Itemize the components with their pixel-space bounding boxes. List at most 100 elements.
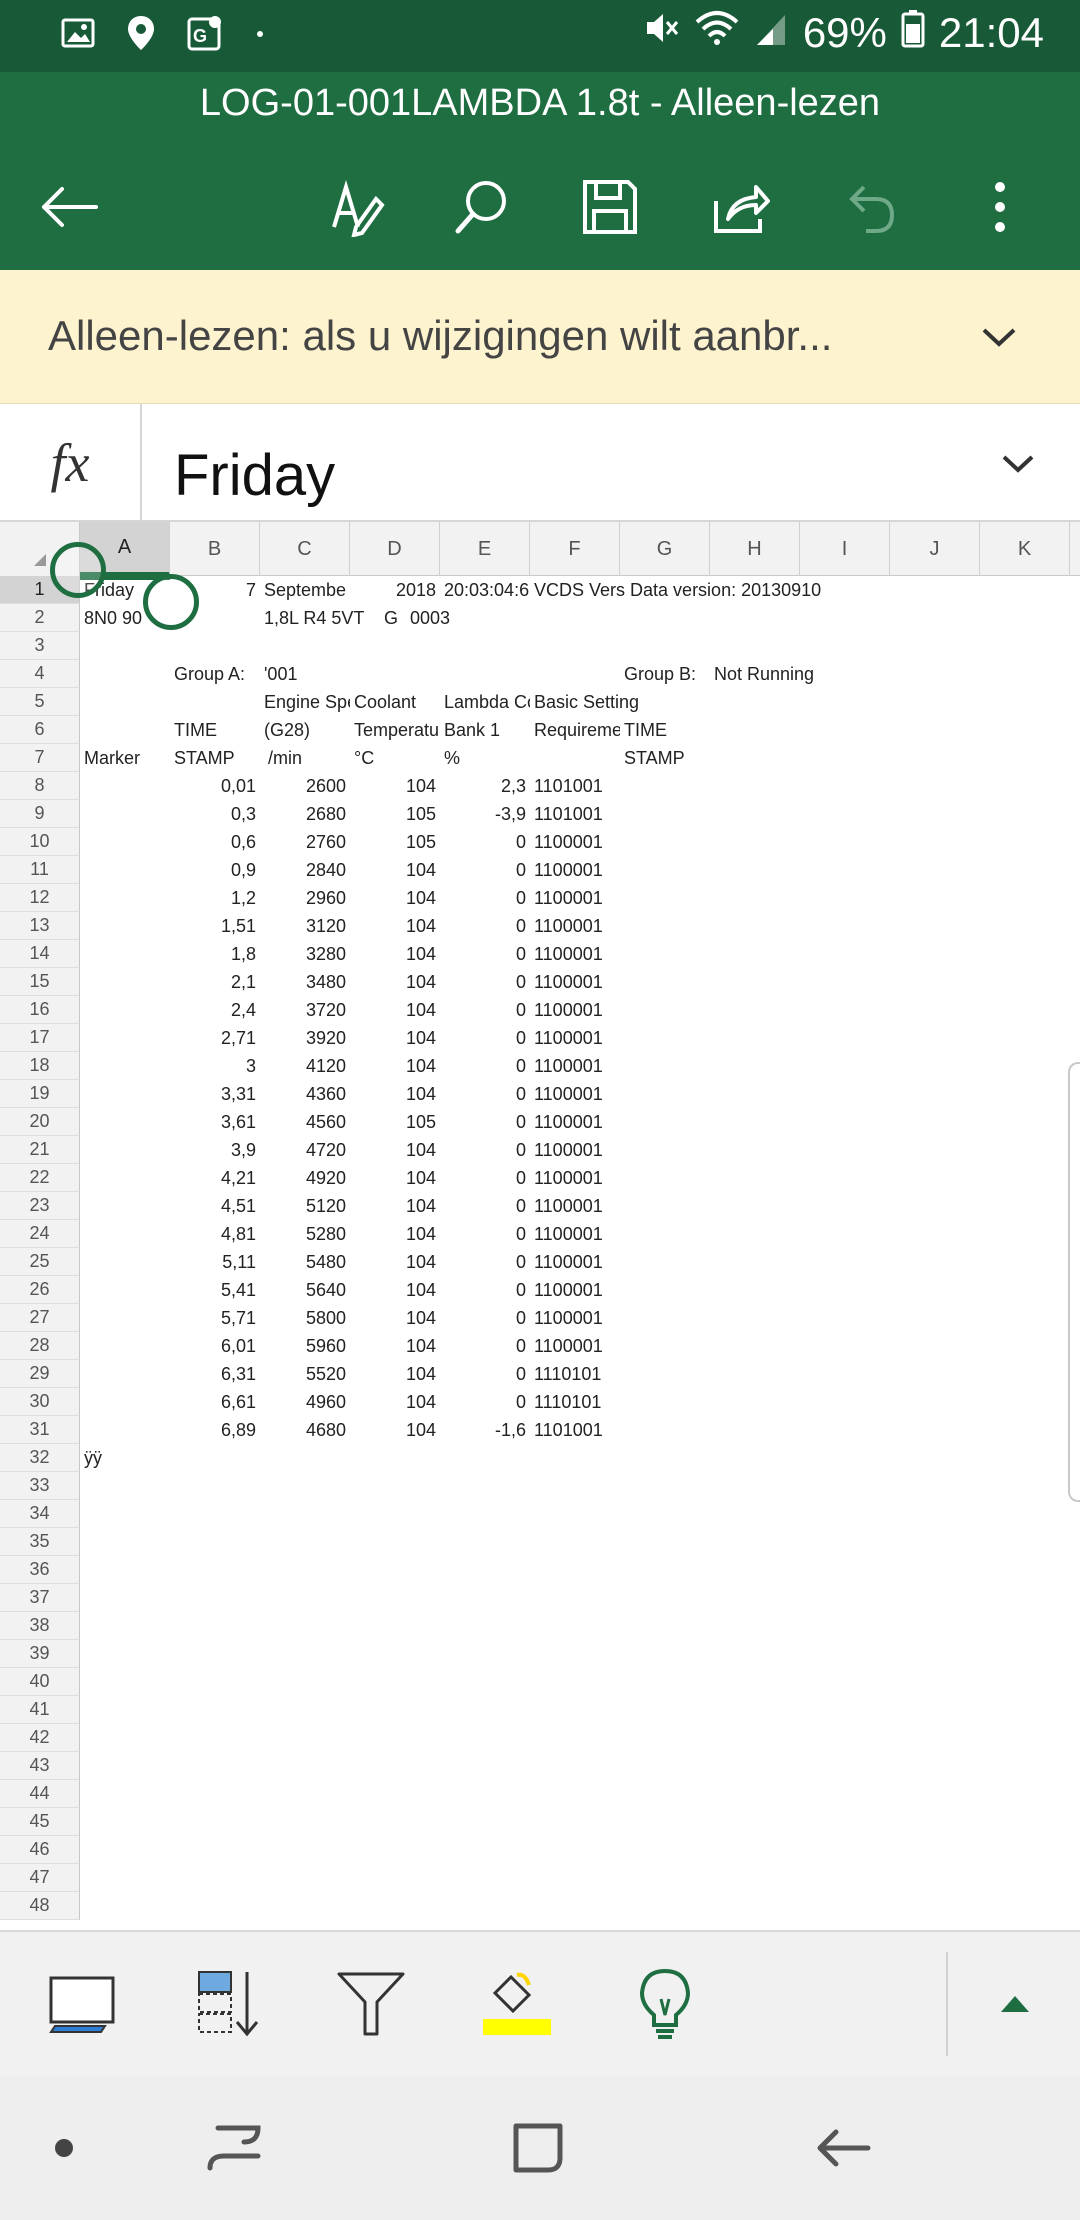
row-header-17[interactable]: 17 [0, 1024, 80, 1052]
cell-time-stamp[interactable]: 0,9 [170, 856, 260, 884]
row-header-3[interactable]: 3 [0, 632, 80, 660]
cell-lambda-correction[interactable]: 0 [440, 1360, 530, 1388]
cell-lambda-correction[interactable]: 0 [440, 1248, 530, 1276]
row-header-15[interactable]: 15 [0, 968, 80, 996]
undo-button[interactable] [830, 167, 910, 247]
more-options-button[interactable] [960, 167, 1040, 247]
nav-back-button[interactable] [806, 2112, 878, 2184]
cell-time-stamp[interactable]: 1,2 [170, 884, 260, 912]
cell-time-stamp[interactable]: 6,61 [170, 1388, 260, 1416]
spreadsheet-grid[interactable]: ABCDEFGHIJK 1 2 3 4 5 6 7 8 9 10 11 12 13 14 15 16 17 18 1… [0, 522, 1080, 1930]
cell-time-stamp[interactable]: 0,3 [170, 800, 260, 828]
cell-basic-setting[interactable]: 1100001 [530, 856, 620, 884]
cell-time-stamp[interactable]: 2,71 [170, 1024, 260, 1052]
column-header-h[interactable]: H [710, 522, 800, 576]
row-header-26[interactable]: 26 [0, 1276, 80, 1304]
cell-coolant-temp[interactable]: 104 [350, 1360, 440, 1388]
cell-c4[interactable]: '001 [260, 660, 350, 688]
cell-coolant-temp[interactable]: 104 [350, 1220, 440, 1248]
cell-lambda-correction[interactable]: 2,3 [440, 772, 530, 800]
row-header-11[interactable]: 11 [0, 856, 80, 884]
cell-engine-speed[interactable]: 4360 [260, 1080, 350, 1108]
cell-engine-speed[interactable]: 2760 [260, 828, 350, 856]
row-header-38[interactable]: 38 [0, 1612, 80, 1640]
cell-engine-speed[interactable]: 4560 [260, 1108, 350, 1136]
cell-basic-setting[interactable]: 1100001 [530, 1080, 620, 1108]
cell-c5[interactable]: Engine Spe [260, 688, 350, 716]
cell-coolant-temp[interactable]: 104 [350, 1332, 440, 1360]
nav-dot-button[interactable] [28, 2112, 100, 2184]
row-header-29[interactable]: 29 [0, 1360, 80, 1388]
cell-engine-speed[interactable]: 2840 [260, 856, 350, 884]
cell-lambda-correction[interactable]: 0 [440, 996, 530, 1024]
cell-time-stamp[interactable]: 6,31 [170, 1360, 260, 1388]
row-header-24[interactable]: 24 [0, 1220, 80, 1248]
cell-lambda-correction[interactable]: 0 [440, 1192, 530, 1220]
cell-time-stamp[interactable]: 4,81 [170, 1220, 260, 1248]
cell-engine-speed[interactable]: 3720 [260, 996, 350, 1024]
row-header-40[interactable]: 40 [0, 1668, 80, 1696]
cell-coolant-temp[interactable]: 104 [350, 1416, 440, 1444]
row-header-48[interactable]: 48 [0, 1892, 80, 1920]
cell-lambda-correction[interactable]: 0 [440, 1136, 530, 1164]
row-header-22[interactable]: 22 [0, 1164, 80, 1192]
search-button[interactable] [442, 167, 522, 247]
row-header-12[interactable]: 12 [0, 884, 80, 912]
cell-engine-speed[interactable]: 5280 [260, 1220, 350, 1248]
cell-coolant-temp[interactable]: 105 [350, 1108, 440, 1136]
back-button[interactable] [30, 167, 110, 247]
cell-c6[interactable]: (G28) [260, 716, 350, 744]
cell-e6[interactable]: Bank 1 [440, 716, 530, 744]
cell-engine-speed[interactable]: 5480 [260, 1248, 350, 1276]
cell-lambda-correction[interactable]: 0 [440, 968, 530, 996]
row-header-35[interactable]: 35 [0, 1528, 80, 1556]
cell-basic-setting[interactable]: 1100001 [530, 968, 620, 996]
cell-coolant-temp[interactable]: 104 [350, 1080, 440, 1108]
cell-a32[interactable]: ÿÿ [80, 1444, 170, 1472]
cell-coolant-temp[interactable]: 104 [350, 1388, 440, 1416]
cell-coolant-temp[interactable]: 104 [350, 940, 440, 968]
cell-basic-setting[interactable]: 1100001 [530, 1136, 620, 1164]
row-header-46[interactable]: 46 [0, 1836, 80, 1864]
row-header-21[interactable]: 21 [0, 1136, 80, 1164]
cell-lambda-correction[interactable]: 0 [440, 1024, 530, 1052]
row-header-25[interactable]: 25 [0, 1248, 80, 1276]
cell-basic-setting[interactable]: 1100001 [530, 828, 620, 856]
expand-ribbon-button[interactable] [972, 1960, 1058, 2046]
filter-button[interactable] [328, 1960, 414, 2046]
row-header-4[interactable]: 4 [0, 660, 80, 688]
cell-b4[interactable]: Group A: [170, 660, 260, 688]
cell-e7[interactable]: % [440, 744, 530, 772]
row-header-19[interactable]: 19 [0, 1080, 80, 1108]
draw-button[interactable] [318, 167, 398, 247]
column-header-j[interactable]: J [890, 522, 980, 576]
cell-lambda-correction[interactable]: 0 [440, 1052, 530, 1080]
cell-basic-setting[interactable]: 1100001 [530, 940, 620, 968]
cell-coolant-temp[interactable]: 104 [350, 1052, 440, 1080]
cell-lambda-correction[interactable]: 0 [440, 940, 530, 968]
column-header-k[interactable]: K [980, 522, 1070, 576]
cell-coolant-temp[interactable]: 104 [350, 1276, 440, 1304]
cell-g4[interactable]: Group B: [620, 660, 710, 688]
cell-time-stamp[interactable]: 6,89 [170, 1416, 260, 1444]
column-header-e[interactable]: E [440, 522, 530, 576]
cell-engine-speed[interactable]: 2960 [260, 884, 350, 912]
column-header-b[interactable]: B [170, 522, 260, 576]
cell-engine-speed[interactable]: 4920 [260, 1164, 350, 1192]
row-header-8[interactable]: 8 [0, 772, 80, 800]
recents-button[interactable] [198, 2112, 270, 2184]
row-header-42[interactable]: 42 [0, 1724, 80, 1752]
cell-coolant-temp[interactable]: 104 [350, 1024, 440, 1052]
cell-coolant-temp[interactable]: 104 [350, 996, 440, 1024]
row-header-28[interactable]: 28 [0, 1332, 80, 1360]
chevron-down-icon[interactable] [998, 444, 1038, 484]
cell-time-stamp[interactable]: 4,51 [170, 1192, 260, 1220]
cell-engine-speed[interactable]: 5640 [260, 1276, 350, 1304]
cell-coolant-temp[interactable]: 105 [350, 800, 440, 828]
cell-g7[interactable]: STAMP [620, 744, 710, 772]
row-header-39[interactable]: 39 [0, 1640, 80, 1668]
cell-b6[interactable]: TIME [170, 716, 260, 744]
cell-basic-setting[interactable]: 1110101 [530, 1360, 620, 1388]
share-button[interactable] [700, 167, 780, 247]
cell-basic-setting[interactable]: 1100001 [530, 1304, 620, 1332]
